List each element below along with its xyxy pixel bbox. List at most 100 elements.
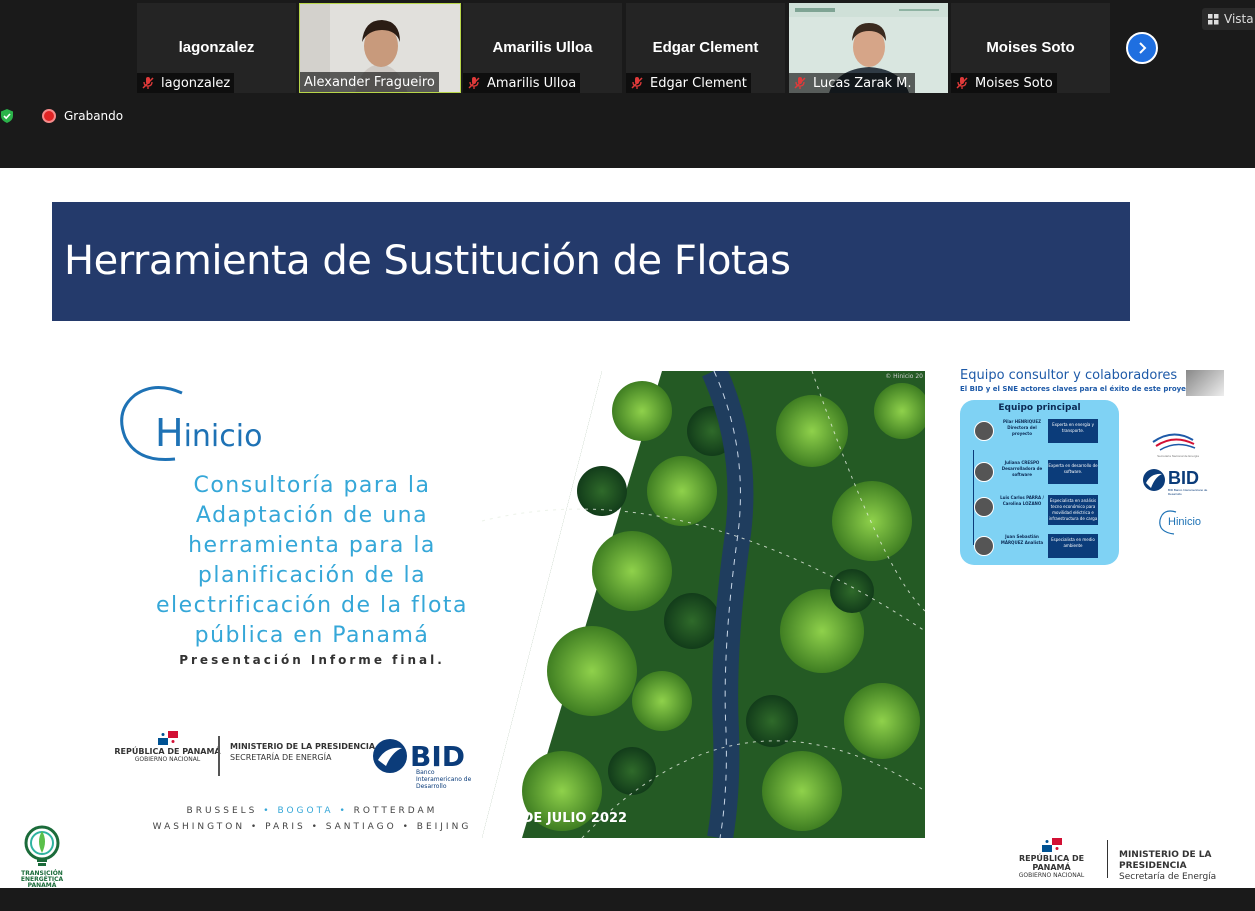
bid-mini-logo: BID BID Banco Interamericano de Desarrol…: [1138, 466, 1218, 508]
participant-tile[interactable]: lagonzalez lagonzalez: [137, 3, 296, 93]
partner-logos: Secretaría Nacional de Energía BID BID B…: [1138, 426, 1218, 548]
cover-title-line: Consultoría para la: [193, 473, 431, 498]
member-role: Especialista en medio ambiente: [1048, 534, 1098, 558]
next-participants-button[interactable]: [1126, 32, 1158, 64]
participant-tile[interactable]: Amarilis Ulloa Amarilis Ulloa: [463, 3, 622, 93]
participant-display-name: Edgar Clement: [652, 39, 759, 56]
participant-label: lagonzalez: [137, 73, 235, 93]
footer-ministry: MINISTERIO DE LA PRESIDENCIA Secretaría …: [1119, 850, 1255, 883]
mic-muted-icon: [793, 76, 807, 90]
cover-title-line: electrificación de la flota: [155, 593, 469, 618]
member-name: Luis Carlos PARRA / Carolina LOZANO: [1000, 495, 1044, 506]
team-member: Juan Sebastián MÁRQUEZ Analista Especial…: [974, 534, 1099, 558]
participant-name: lagonzalez: [161, 75, 231, 91]
sne-logo: Secretaría Nacional de Energía: [1138, 426, 1218, 466]
participant-name: Edgar Clement: [650, 75, 747, 91]
member-role: Experta en desarrollo de software.: [1048, 460, 1098, 484]
divider: [1107, 840, 1108, 878]
forest-road-photo: © Hinicio 20 21 DE JULIO 2022: [482, 371, 925, 838]
avatar: [974, 421, 994, 441]
cover-title: Consultoría para la Adaptación de una he…: [112, 471, 512, 651]
participant-label: Moises Soto: [951, 73, 1057, 93]
report-cover-image: Hinicio Consultoría para la Adaptación d…: [92, 371, 925, 838]
footer-ministry-line1: MINISTERIO DE LA PRESIDENCIA: [1119, 850, 1212, 871]
bid-mini-text: BID Banco Interamericano de Desarrollo: [1168, 488, 1208, 496]
panama-line2: GOBIERNO NACIONAL: [134, 756, 201, 763]
cover-date: 21 DE JULIO 2022: [500, 811, 628, 826]
bid-logo: BID Banco Interamericano de Desarrollo: [372, 736, 482, 790]
avatar: [974, 536, 994, 556]
team-panel: Equipo principal Pilar HENRIQUEZ Directo…: [960, 400, 1119, 565]
member-role: Experta en energía y transporte.: [1048, 419, 1098, 443]
ministry-line2: SECRETARÍA DE ENERGÍA: [230, 753, 332, 762]
view-button-label: Vista: [1224, 12, 1254, 26]
logo-initial: H: [155, 411, 184, 455]
mic-muted-icon: [141, 76, 155, 90]
team-member: Juliana CRESPO Desarrolladora de softwar…: [974, 460, 1099, 484]
cover-subtitle: Presentación Informe final.: [179, 653, 445, 667]
team-thumbnail: [1186, 370, 1224, 396]
cover-title-line: planificación de la: [197, 563, 427, 588]
member-name: Pilar HENRIQUEZ Directora del proyecto: [1002, 419, 1041, 436]
hinicio-logo: Hinicio: [107, 381, 262, 466]
participant-display-name: Amarilis Ulloa: [492, 39, 593, 56]
bid-mark-icon: [373, 739, 407, 773]
mic-muted-icon: [467, 76, 481, 90]
footer-panama-line1: REPÚBLICA DE PANAMÁ: [1018, 854, 1085, 872]
hinicio-mini-logo: Hinicio: [1138, 508, 1218, 548]
status-row: Grabando: [0, 106, 123, 126]
footer-panama: REPÚBLICA DE PANAMÁ GOBIERNO NACIONAL: [1004, 838, 1099, 879]
bottom-toolbar: [0, 888, 1255, 911]
participant-name: Moises Soto: [975, 75, 1053, 91]
participant-name: Amarilis Ulloa: [487, 75, 577, 91]
participant-label: Alexander Fragueiro: [300, 72, 439, 92]
participant-name: Alexander Fragueiro: [304, 74, 435, 90]
mic-muted-icon: [955, 76, 969, 90]
city: ROTTERDAM: [353, 806, 438, 816]
bulb-leaf-icon: [24, 825, 60, 866]
cover-title-line: Adaptación de una: [195, 503, 429, 528]
divider: [218, 736, 220, 776]
team-subheader: El BID y el SNE actores claves para el é…: [960, 385, 1199, 393]
member-role: Especialista en análisis tecno económico…: [1048, 495, 1098, 525]
chevron-right-icon: [1139, 42, 1147, 54]
transicion-energetica-logo: TRANSICIÓN ENERGÉTICA PANAMÁ: [6, 823, 78, 889]
city: BRUSSELS: [186, 806, 258, 816]
participant-strip: lagonzalez lagonzalez Alexander Fragueir…: [0, 0, 1255, 168]
recording-label: Grabando: [64, 109, 124, 123]
participant-display-name: lagonzalez: [178, 39, 255, 56]
footer-government-logo: REPÚBLICA DE PANAMÁ GOBIERNO NACIONAL MI…: [1004, 838, 1255, 883]
participant-label: Edgar Clement: [626, 73, 751, 93]
participant-tile-active[interactable]: Alexander Fragueiro: [299, 3, 461, 93]
participant-display-name: Moises Soto: [986, 39, 1075, 56]
team-header: Equipo consultor y colaboradores: [960, 368, 1178, 383]
participant-label: Amarilis Ulloa: [463, 73, 581, 93]
te-logo-text: TRANSICIÓN ENERGÉTICA PANAMÁ: [20, 870, 64, 889]
footer-panama-line2: GOBIERNO NACIONAL: [1018, 872, 1085, 879]
shared-screen-slide: Herramienta de Sustitución de Flotas Hin…: [0, 168, 1255, 888]
grid-view-icon: [1208, 13, 1219, 24]
mic-muted-icon: [630, 76, 644, 90]
recording-icon: [42, 109, 56, 123]
view-button[interactable]: Vista: [1202, 8, 1255, 30]
participant-tile[interactable]: Edgar Clement Edgar Clement: [626, 3, 785, 93]
panama-line1: REPÚBLICA DE PANAMÁ: [114, 747, 221, 756]
shield-check-icon[interactable]: [0, 109, 14, 123]
member-name: Juliana CRESPO Desarrolladora de softwar…: [1001, 460, 1043, 477]
ministry-logo: MINISTERIO DE LA PRESIDENCIA SECRETARÍA …: [230, 741, 375, 763]
participant-name: Lucas Zarak M.: [813, 75, 912, 91]
avatar: [974, 497, 994, 517]
participant-tile[interactable]: Moises Soto Moises Soto: [951, 3, 1110, 93]
cover-title-line: herramienta para la: [188, 533, 436, 558]
slide-title: Herramienta de Sustitución de Flotas: [64, 238, 791, 284]
member-name: Juan Sebastián MÁRQUEZ Analista: [1000, 534, 1044, 545]
team-panel-title: Equipo principal: [998, 403, 1081, 413]
slide-title-bar: Herramienta de Sustitución de Flotas: [52, 202, 1130, 321]
office-cities: BRUSSELS • BOGOTA • ROTTERDAM WASHINGTON…: [112, 803, 512, 835]
ministry-line1: MINISTERIO DE LA PRESIDENCIA: [230, 742, 376, 751]
participant-tile[interactable]: Lucas Zarak M.: [789, 3, 948, 93]
avatar: [974, 462, 994, 482]
footer-ministry-line2: Secretaría de Energía: [1119, 872, 1217, 882]
hinicio-mini-text: Hinicio: [1168, 516, 1202, 528]
participant-label: Lucas Zarak M.: [789, 73, 916, 93]
